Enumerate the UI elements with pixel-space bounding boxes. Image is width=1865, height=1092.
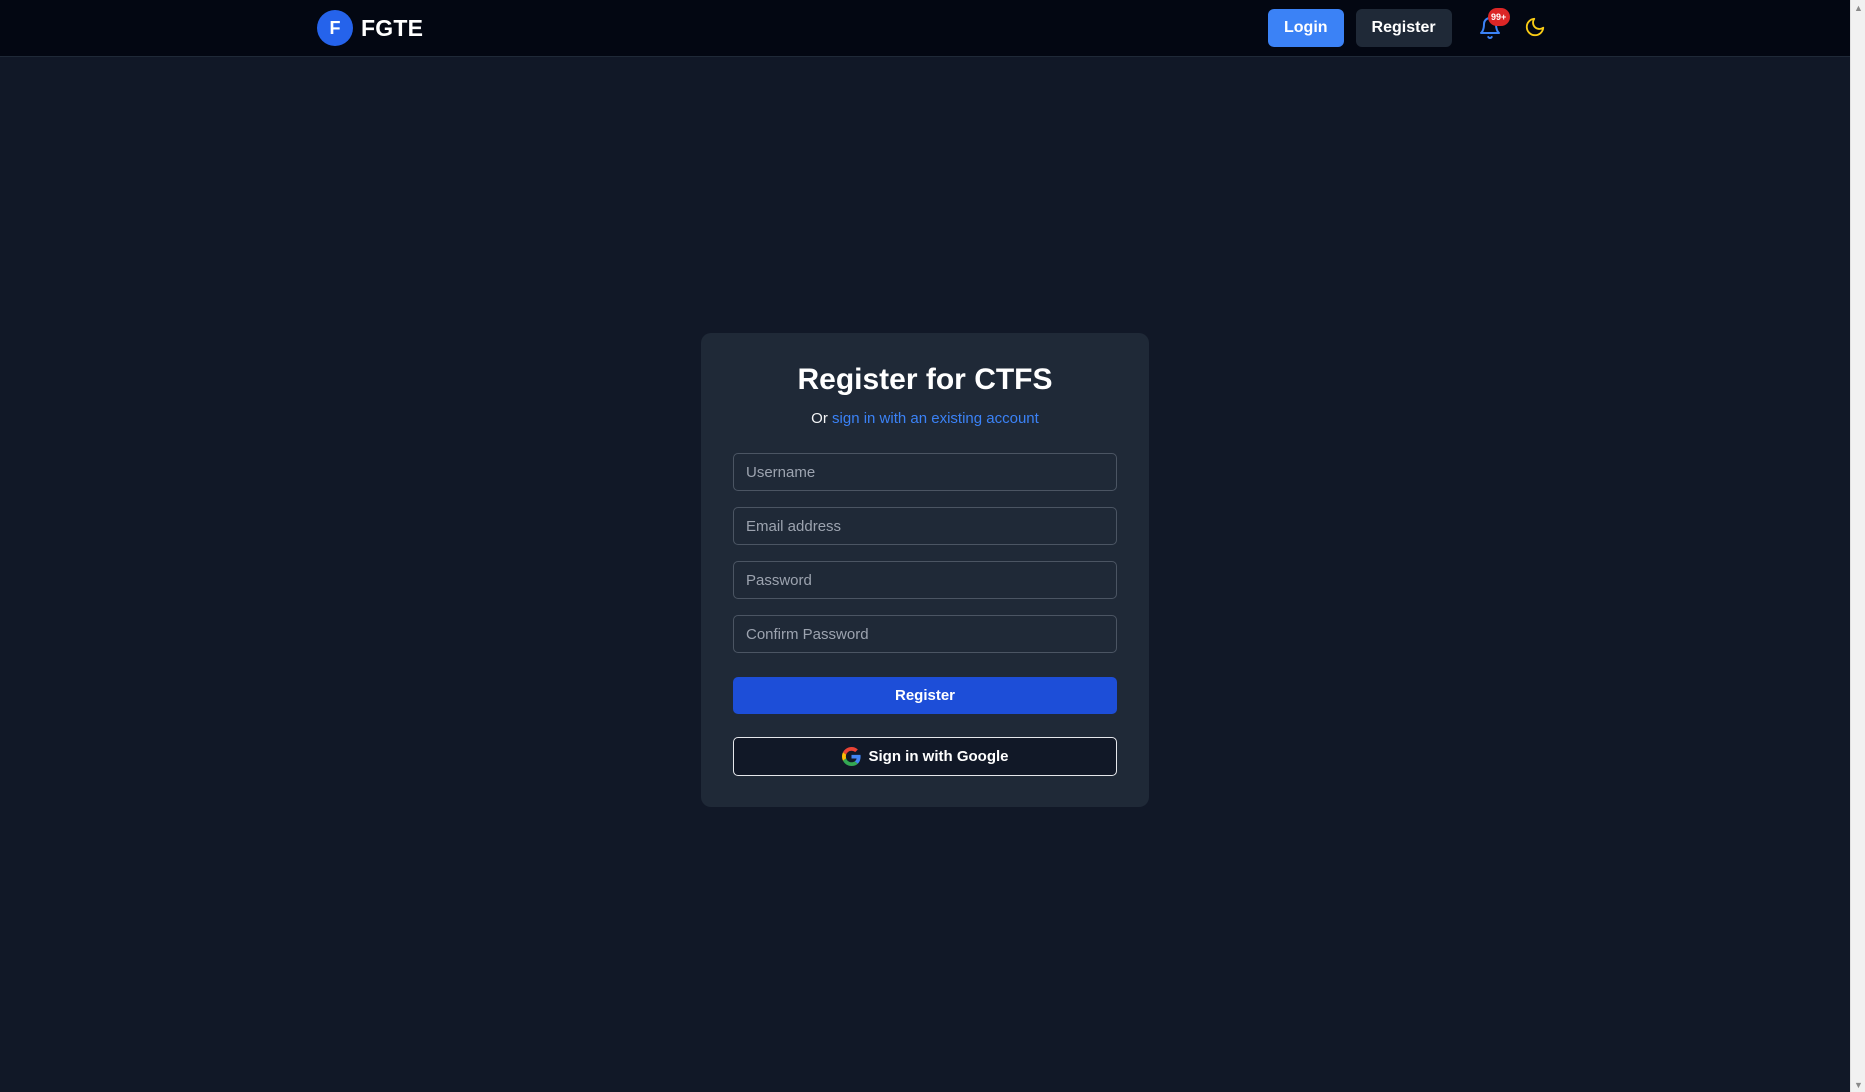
- google-icon: [841, 747, 861, 766]
- login-button[interactable]: Login: [1268, 9, 1344, 47]
- navbar-actions: Login Register 99+: [1268, 8, 1548, 47]
- register-nav-button[interactable]: Register: [1355, 9, 1452, 47]
- password-input[interactable]: [733, 561, 1117, 599]
- google-signin-button[interactable]: Sign in with Google: [733, 737, 1117, 776]
- vertical-scrollbar[interactable]: ▲ ▼: [1850, 0, 1865, 1092]
- google-button-label: Sign in with Google: [868, 748, 1009, 765]
- moon-icon: [1525, 17, 1544, 37]
- brand-logo: F: [317, 10, 353, 46]
- brand-name: FGTE: [361, 14, 424, 41]
- brand-home-link[interactable]: F FGTE: [317, 10, 423, 46]
- register-submit-button[interactable]: Register: [733, 677, 1117, 714]
- page: F FGTE Login Register 99+ Register for C…: [0, 0, 1850, 1092]
- signin-prompt: Or sign in with an existing account: [701, 410, 1149, 427]
- signin-existing-account-link[interactable]: sign in with an existing account: [832, 410, 1039, 427]
- scroll-down-arrow-icon[interactable]: ▼: [1851, 1077, 1865, 1092]
- notification-count-badge: 99+: [1487, 8, 1510, 26]
- top-navbar: F FGTE Login Register 99+: [0, 0, 1850, 57]
- username-input[interactable]: [733, 453, 1117, 491]
- notifications-button[interactable]: 99+: [1478, 8, 1510, 40]
- theme-toggle-button[interactable]: [1524, 16, 1548, 40]
- scroll-up-arrow-icon[interactable]: ▲: [1851, 0, 1865, 15]
- page-title: Register for CTFS: [797, 363, 1053, 396]
- email-input[interactable]: [733, 507, 1117, 545]
- confirm-password-input[interactable]: [733, 615, 1117, 653]
- register-card: Register for CTFS Or sign in with an exi…: [701, 333, 1149, 807]
- signin-prompt-prefix: Or: [811, 410, 828, 427]
